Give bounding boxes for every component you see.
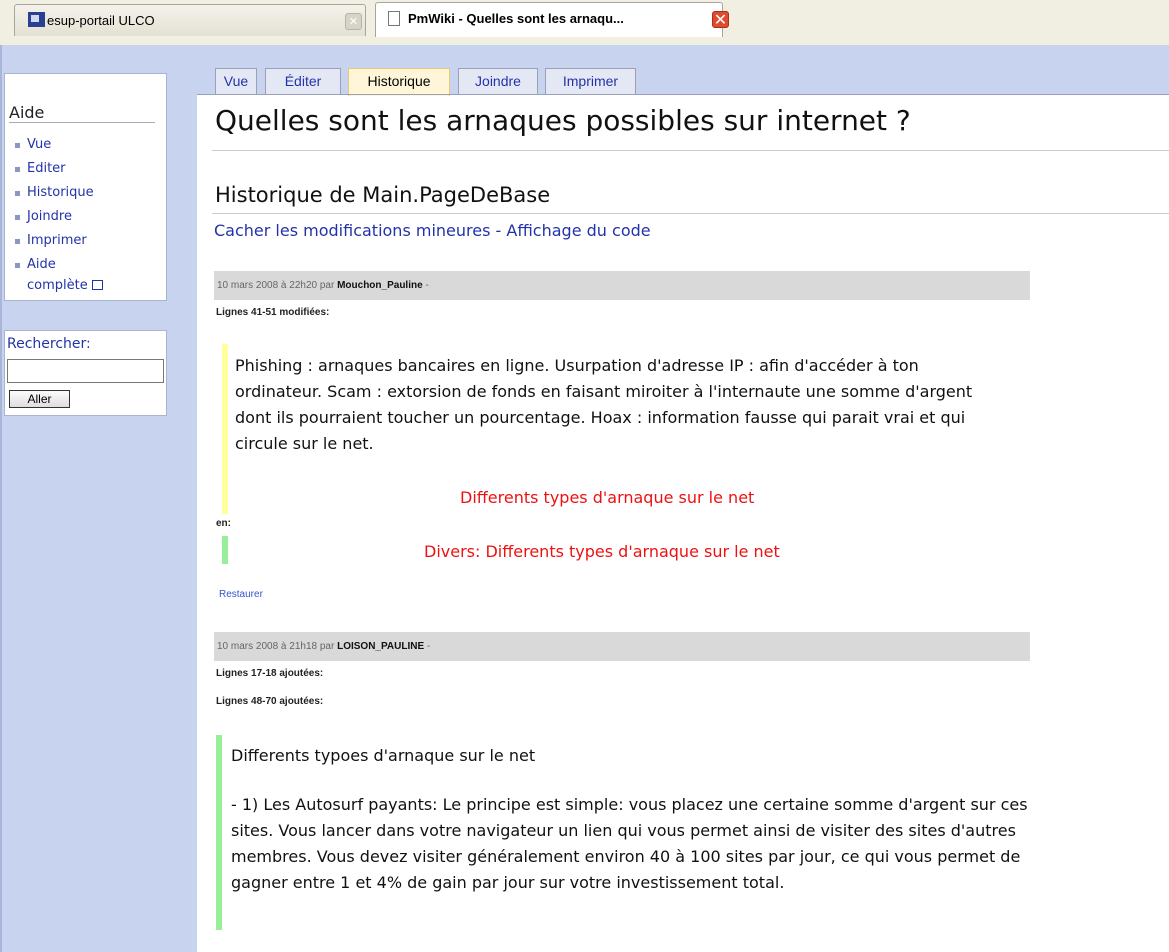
tab-baseline xyxy=(197,94,1169,95)
old-heading-text: Differents types d'arnaque sur le net xyxy=(460,488,755,507)
page-title: Quelles sont les arnaques possibles sur … xyxy=(215,104,911,137)
history-links: Cacher les modifications mineures - Affi… xyxy=(214,221,651,240)
sidebar-item-aide-complete[interactable]: complète xyxy=(15,274,103,298)
restore-link[interactable]: Restaurer xyxy=(219,589,263,600)
sidebar-divider xyxy=(9,122,155,123)
close-tab-icon[interactable]: ✕ xyxy=(712,11,729,28)
sidebar-item-imprimer[interactable]: Imprimer xyxy=(15,229,103,253)
external-link-icon xyxy=(91,280,103,290)
sidebar-title: Aide xyxy=(9,103,45,122)
tab-editer[interactable]: Éditer xyxy=(265,68,341,95)
new-heading-text: Divers: Differents types d'arnaque sur l… xyxy=(424,542,780,561)
search-label: Rechercher: xyxy=(7,336,91,352)
added-heading-text: Differents typoes d'arnaque sur le net xyxy=(231,746,536,765)
heading-divider xyxy=(212,213,1169,214)
ulco-favicon-icon xyxy=(28,12,45,27)
sidebar-menu: Vue Editer Historique Joindre Imprimer A… xyxy=(15,133,103,298)
search-input[interactable] xyxy=(7,359,164,383)
changed-text-bar xyxy=(222,344,228,514)
change-summary: Lignes 48-70 ajoutées: xyxy=(216,696,324,707)
sidebar-item-vue[interactable]: Vue xyxy=(15,133,103,157)
entry-author: Mouchon_Pauline xyxy=(337,280,423,291)
sidebar-item-editer[interactable]: Editer xyxy=(15,157,103,181)
search-submit-button[interactable]: Aller xyxy=(9,390,70,408)
browser-tab-bar: esup-portail ULCO ✕ PmWiki - Quelles son… xyxy=(0,0,1169,46)
page-favicon-icon xyxy=(388,11,400,26)
old-paragraph: Phishing : arnaques bancaires en ligne. … xyxy=(235,356,973,453)
sidebar-item-historique[interactable]: Historique xyxy=(15,181,103,205)
help-sidebar-box: Aide Vue Editer Historique Joindre Impri… xyxy=(4,73,167,301)
tab-vue[interactable]: Vue xyxy=(215,68,257,95)
entry-dash: - xyxy=(425,280,429,291)
entry-date: 10 mars 2008 à 22h20 par xyxy=(217,280,335,291)
browser-tab-title: PmWiki - Quelles sont les arnaqu... xyxy=(408,11,624,26)
tab-joindre[interactable]: Joindre xyxy=(458,68,538,95)
tab-historique[interactable]: Historique xyxy=(348,68,450,96)
entry-date: 10 mars 2008 à 21h18 par xyxy=(217,641,335,652)
title-divider xyxy=(212,150,1169,151)
sidebar-edge xyxy=(0,45,2,952)
search-box: Rechercher: Aller xyxy=(4,330,167,416)
change-summary: Lignes 17-18 ajoutées: xyxy=(216,668,324,679)
browser-tab-esup[interactable]: esup-portail ULCO ✕ xyxy=(14,4,366,36)
history-entry-header: 10 mars 2008 à 22h20 par Mouchon_Pauline… xyxy=(214,271,1030,300)
tab-imprimer[interactable]: Imprimer xyxy=(545,68,636,95)
entry-dash: - xyxy=(426,641,431,652)
history-entry-header: 10 mars 2008 à 21h18 par LOISON_PAULINE … xyxy=(214,632,1030,661)
change-summary: Lignes 41-51 modifiées: xyxy=(216,307,330,318)
replaced-by-label: en: xyxy=(216,518,231,529)
added-paragraph: - 1) Les Autosurf payants: Le principe e… xyxy=(231,795,1028,892)
browser-tab-pmwiki[interactable]: PmWiki - Quelles sont les arnaqu... ✕ xyxy=(375,2,729,37)
sidebar-item-label[interactable]: complète xyxy=(27,278,88,293)
added-text-bar xyxy=(222,536,228,564)
hide-minor-changes-link[interactable]: Cacher les modifications mineures xyxy=(214,221,490,240)
history-heading: Historique de Main.PageDeBase xyxy=(215,183,551,207)
browser-tab-title: esup-portail ULCO xyxy=(47,13,155,28)
added-text-bar xyxy=(216,735,222,930)
close-tab-icon[interactable]: ✕ xyxy=(345,13,362,30)
show-source-link[interactable]: Affichage du code xyxy=(506,221,650,240)
entry-author: LOISON_PAULINE xyxy=(337,641,425,652)
link-separator: - xyxy=(495,221,502,240)
sidebar-item-joindre[interactable]: Joindre xyxy=(15,205,103,229)
